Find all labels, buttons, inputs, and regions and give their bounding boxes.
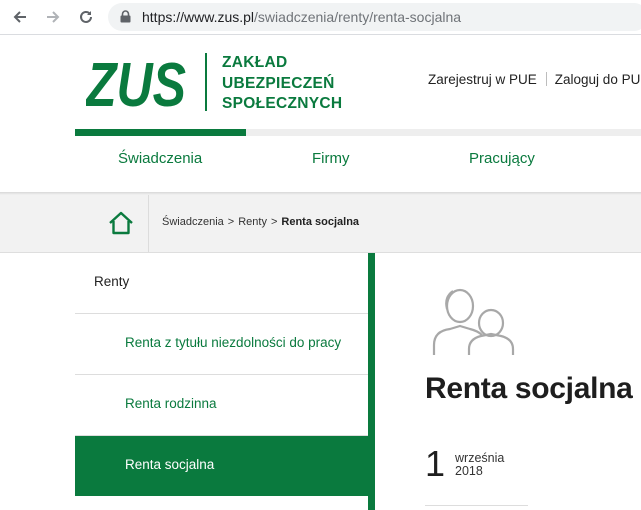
date-day: 1	[425, 443, 446, 484]
side-menu-item-label: Renta socjalna	[125, 457, 215, 472]
address-bar[interactable]: https://www.zus.pl/swiadczenia/renty/ren…	[108, 3, 641, 31]
side-menu: Renty Renta z tytułu niezdolności do pra…	[75, 253, 368, 510]
institution-name-line2: UBEZPIECZEŃ	[222, 74, 335, 92]
date-month-year: września 2018	[455, 452, 504, 478]
nav-item-pracujacy[interactable]: Pracujący	[469, 150, 535, 167]
back-arrow-icon[interactable]	[12, 9, 28, 25]
side-menu-border	[368, 253, 375, 510]
breadcrumb: Świadczenia > Renty > Renta socjalna	[162, 216, 359, 228]
logo-divider	[205, 53, 207, 111]
zus-logo[interactable]: ZUS	[84, 51, 186, 120]
nav-active-indicator	[75, 129, 246, 136]
nav-item-swiadczenia[interactable]: Świadczenia	[118, 150, 202, 167]
side-menu-item-label: Renta z tytułu niezdolności do pracy	[125, 335, 342, 350]
reload-icon[interactable]	[78, 9, 94, 25]
register-pue-link[interactable]: Zarejestruj w PUE	[428, 72, 537, 87]
institution-name-line3: SPOŁECZNYCH	[222, 95, 343, 112]
date-year: 2018	[455, 464, 483, 478]
institution-name-line1: ZAKŁAD	[222, 54, 288, 71]
browser-toolbar: https://www.zus.pl/swiadczenia/renty/ren…	[0, 0, 641, 35]
side-menu-item-renta-rodzinna[interactable]: Renta rodzinna	[75, 375, 368, 436]
date-divider	[425, 505, 528, 506]
people-icon	[430, 287, 520, 362]
breadcrumb-separator: >	[227, 216, 235, 228]
breadcrumb-item[interactable]: Renty	[238, 216, 267, 228]
side-menu-item-renta-socjalna[interactable]: Renta socjalna	[75, 436, 368, 496]
logo-text: ZUS	[86, 52, 186, 110]
lock-icon	[120, 10, 131, 28]
breadcrumb-separator: >	[270, 216, 278, 228]
top-links: Zarejestruj w PUE Zaloguj do PU	[428, 72, 640, 87]
nav-item-firmy[interactable]: Firmy	[312, 150, 350, 167]
page-title: Renta socjalna	[425, 372, 633, 405]
main-nav: Świadczenia Firmy Pracujący	[0, 136, 641, 192]
institution-name: ZAKŁAD UBEZPIECZEŃ SPOŁECZNYCH	[222, 53, 342, 115]
url-text: https://www.zus.pl/swiadczenia/renty/ren…	[142, 9, 461, 25]
forward-arrow-icon[interactable]	[45, 9, 61, 25]
side-menu-heading[interactable]: Renty	[75, 253, 368, 314]
link-separator	[545, 72, 547, 86]
home-icon[interactable]	[108, 211, 134, 240]
breadcrumb-bar: Świadczenia > Renty > Renta socjalna	[0, 195, 641, 253]
login-pue-link[interactable]: Zaloguj do PU	[555, 72, 641, 87]
url-path: /swiadczenia/renty/renta-socjalna	[254, 9, 462, 25]
side-menu-item-renta-niezdolnosc[interactable]: Renta z tytułu niezdolności do pracy	[75, 314, 368, 375]
url-host: https://www.zus.pl	[142, 9, 255, 25]
breadcrumb-current: Renta socjalna	[281, 216, 360, 228]
side-menu-heading-label: Renty	[94, 274, 130, 289]
breadcrumb-item[interactable]: Świadczenia	[162, 216, 224, 228]
side-menu-item-label: Renta rodzinna	[125, 396, 217, 411]
breadcrumb-divider	[148, 195, 149, 252]
